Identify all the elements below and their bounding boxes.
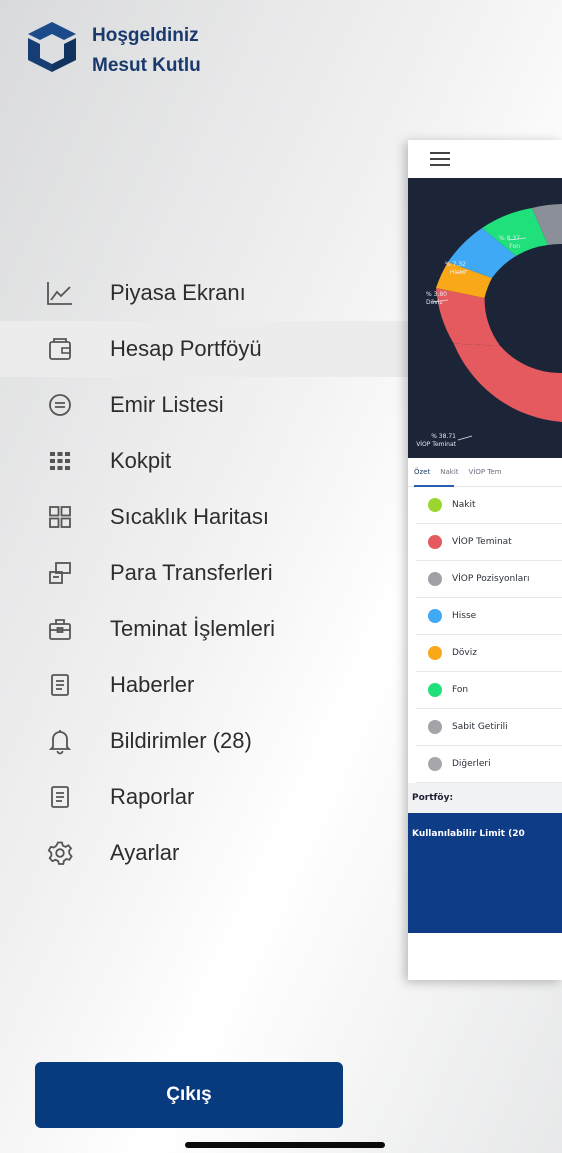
menu-item-kokpit[interactable]: Kokpit xyxy=(0,433,420,489)
menu-item-sicaklik-haritasi[interactable]: Sıcaklık Haritası xyxy=(0,489,420,545)
menu-item-label: Haberler xyxy=(110,672,195,697)
chart-label-name-hisse: Hisse xyxy=(450,269,466,276)
menu-item-teminat-islemleri[interactable]: Teminat İşlemleri xyxy=(0,601,420,657)
portfolio-screen-preview[interactable]: % 8.37 Fon % 7.32 Hisse % 3.80 Döviz % 3… xyxy=(408,140,562,980)
chart-line-icon xyxy=(42,275,78,311)
menu-item-piyasa-ekrani[interactable]: Piyasa Ekranı xyxy=(0,265,420,321)
legend-dot xyxy=(428,609,442,623)
legend-row-hisse[interactable]: Hisse xyxy=(416,598,562,635)
preview-tabs: Özet Nakit VİOP Tem xyxy=(408,458,562,487)
legend-label: Fon xyxy=(452,685,469,695)
legend-dot xyxy=(428,720,442,734)
portfolio-label: Portföy: xyxy=(408,783,562,813)
legend-dot xyxy=(428,683,442,697)
legend-label: Sabit Getirili xyxy=(452,722,508,732)
grid-squares-icon xyxy=(42,499,78,535)
legend-label: Döviz xyxy=(452,648,477,658)
menu-item-label: Teminat İşlemleri xyxy=(110,616,276,641)
legend-dot xyxy=(428,498,442,512)
user-name: Mesut Kutlu xyxy=(92,55,201,76)
menu-item-label: Kokpit xyxy=(110,448,172,473)
legend-row-sabit-getirili[interactable]: Sabit Getirili xyxy=(416,709,562,746)
donut-segment-viop-teminat xyxy=(453,343,562,422)
legend-dot xyxy=(428,757,442,771)
portfolio-donut-chart: % 8.37 Fon % 7.32 Hisse % 3.80 Döviz % 3… xyxy=(408,178,562,458)
legend-dot xyxy=(428,535,442,549)
tab-nakit[interactable]: Nakit xyxy=(440,468,458,476)
home-indicator xyxy=(185,1142,385,1148)
legend-label: VİOP Pozisyonları xyxy=(452,574,530,584)
legend-label: VİOP Teminat xyxy=(452,537,512,547)
chart-label-name-doviz: Döviz xyxy=(426,299,443,306)
document-icon xyxy=(42,667,78,703)
legend-dot xyxy=(428,646,442,660)
chart-label-pct-hisse: % 7.32 xyxy=(445,261,466,268)
available-limit-panel: Kullanılabilir Limit (20 xyxy=(408,813,562,933)
legend-label: Nakit xyxy=(452,500,476,510)
greeting-text: Hoşgeldiniz xyxy=(92,25,199,46)
report-icon xyxy=(42,779,78,815)
menu-item-emir-listesi[interactable]: Emir Listesi xyxy=(0,377,420,433)
gear-icon xyxy=(42,835,78,871)
legend-row-viop-teminat[interactable]: VİOP Teminat xyxy=(416,524,562,561)
drawer-menu: Piyasa Ekranı Hesap Portföyü Emir Listes… xyxy=(0,265,422,881)
transfer-icon xyxy=(42,555,78,591)
legend-row-doviz[interactable]: Döviz xyxy=(416,635,562,672)
available-limit-label: Kullanılabilir Limit (20 xyxy=(412,829,525,839)
menu-item-label: Piyasa Ekranı xyxy=(110,280,246,305)
tab-ozet[interactable]: Özet xyxy=(414,468,430,476)
menu-item-raporlar[interactable]: Raporlar xyxy=(0,769,420,825)
briefcase-icon xyxy=(42,611,78,647)
legend-label: Hisse xyxy=(452,611,477,621)
tab-viop-teminat[interactable]: VİOP Tem xyxy=(469,468,502,476)
legend-label: Diğerleri xyxy=(452,759,491,769)
navigation-drawer: Hoşgeldiniz Mesut Kutlu Piyasa Ekranı He… xyxy=(0,0,422,1153)
menu-item-label: Emir Listesi xyxy=(110,392,224,417)
exit-button[interactable]: Çıkış xyxy=(35,1062,343,1128)
legend-dot xyxy=(428,572,442,586)
chart-label-name-fon: Fon xyxy=(509,243,520,250)
legend-row-viop-pozisyonlari[interactable]: VİOP Pozisyonları xyxy=(416,561,562,598)
legend-list: Nakit VİOP Teminat VİOP Pozisyonları His… xyxy=(408,487,562,783)
drawer-header: Hoşgeldiniz Mesut Kutlu xyxy=(24,18,201,78)
chart-label-pct-viop-teminat: % 38.71 xyxy=(431,433,456,440)
menu-item-hesap-portfoyu[interactable]: Hesap Portföyü xyxy=(0,321,422,377)
menu-item-label: Raporlar xyxy=(110,784,195,809)
menu-item-label: Para Transferleri xyxy=(110,560,273,585)
menu-item-bildirimler[interactable]: Bildirimler (28) xyxy=(0,713,420,769)
menu-item-label: Sıcaklık Haritası xyxy=(110,504,269,529)
wallet-icon xyxy=(42,331,78,367)
legend-row-digerleri[interactable]: Diğerleri xyxy=(416,746,562,783)
menu-item-label: Ayarlar xyxy=(110,840,180,865)
hamburger-menu-icon[interactable] xyxy=(428,150,452,168)
menu-item-haberler[interactable]: Haberler xyxy=(0,657,420,713)
chart-label-pct-fon: % 8.37 xyxy=(499,235,520,242)
legend-row-fon[interactable]: Fon xyxy=(416,672,562,709)
chart-label-name-viop-teminat: VİOP Teminat xyxy=(416,441,456,448)
grid-dots-icon xyxy=(42,443,78,479)
chart-label-pct-doviz: % 3.80 xyxy=(426,291,447,298)
preview-topbar xyxy=(408,140,562,178)
legend-row-nakit[interactable]: Nakit xyxy=(416,487,562,524)
message-circle-icon xyxy=(42,387,78,423)
menu-item-ayarlar[interactable]: Ayarlar xyxy=(0,825,420,881)
bell-icon xyxy=(42,723,78,759)
menu-item-para-transferleri[interactable]: Para Transferleri xyxy=(0,545,420,601)
brand-logo-icon xyxy=(28,22,76,72)
menu-item-label: Bildirimler (28) xyxy=(110,728,252,753)
menu-item-label: Hesap Portföyü xyxy=(110,336,262,361)
active-tab-indicator xyxy=(414,485,454,487)
